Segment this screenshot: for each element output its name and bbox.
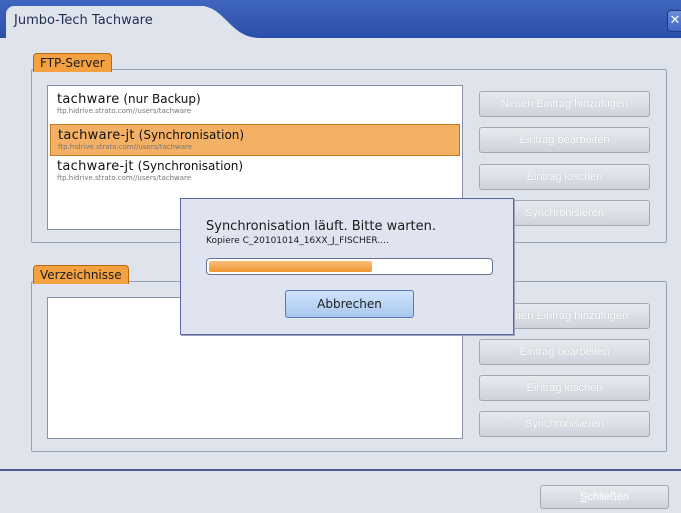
title-curve bbox=[200, 6, 260, 38]
ftp-item-note: (nur Backup) bbox=[123, 92, 201, 106]
ftp-item-url: ftp.hidrive.strato.com//users/tachware bbox=[57, 107, 192, 115]
close-button-label: chließen bbox=[587, 491, 629, 503]
window-close-button[interactable]: ✕ bbox=[667, 10, 681, 32]
ftp-item-name: tachware-jt bbox=[57, 159, 134, 174]
ftp-item-note: (Synchronisation) bbox=[137, 159, 244, 173]
ftp-list-item[interactable]: tachware-jt (Synchronisation) ftp.hidriv… bbox=[50, 156, 458, 186]
sync-progress-detail: Kopiere C_20101014_16XX_J_FISCHER.... bbox=[206, 236, 389, 246]
ftp-item-url: ftp.hidrive.strato.com//users/tachware bbox=[58, 143, 193, 151]
sync-progress-fill bbox=[209, 261, 372, 272]
dir-edit-entry-button[interactable]: Eintrag bearbeiten bbox=[479, 339, 650, 365]
ftp-add-entry-button[interactable]: Neuen Eintrag hinzufügen bbox=[479, 91, 650, 117]
dir-sync-button[interactable]: Synchronisieren bbox=[479, 411, 650, 437]
dir-delete-entry-button[interactable]: Eintrag löschen bbox=[479, 375, 650, 401]
ftp-item-name: tachware-jt bbox=[58, 128, 135, 143]
ftp-list-item-selected[interactable]: tachware-jt (Synchronisation) ftp.hidriv… bbox=[50, 124, 460, 156]
close-button[interactable]: Schließen bbox=[540, 485, 669, 509]
ftp-item-url: ftp.hidrive.strato.com//users/tachware bbox=[57, 174, 192, 182]
window-title: Jumbo-Tech Tachware bbox=[14, 13, 153, 28]
directories-group-label: Verzeichnisse bbox=[33, 265, 129, 284]
close-icon: ✕ bbox=[669, 13, 681, 28]
sync-progress-dialog: Synchronisation läuft. Bitte warten. Kop… bbox=[180, 198, 514, 335]
sync-progress-bar bbox=[206, 258, 493, 275]
app-window: Jumbo-Tech Tachware ✕ FTP-Server tachwar… bbox=[0, 0, 681, 513]
footer-separator bbox=[0, 469, 681, 471]
ftp-edit-entry-button[interactable]: Eintrag bearbeiten bbox=[479, 127, 650, 153]
ftp-item-name: tachware bbox=[57, 92, 120, 107]
ftp-server-group-label: FTP-Server bbox=[33, 53, 112, 72]
ftp-list-item[interactable]: tachware (nur Backup) ftp.hidrive.strato… bbox=[50, 89, 458, 119]
title-bar: Jumbo-Tech Tachware ✕ bbox=[0, 0, 681, 38]
sync-progress-message: Synchronisation läuft. Bitte warten. bbox=[206, 219, 437, 234]
cancel-button[interactable]: Abbrechen bbox=[285, 290, 414, 318]
ftp-delete-entry-button[interactable]: Eintrag löschen bbox=[479, 164, 650, 190]
ftp-item-note: (Synchronisation) bbox=[138, 128, 245, 142]
